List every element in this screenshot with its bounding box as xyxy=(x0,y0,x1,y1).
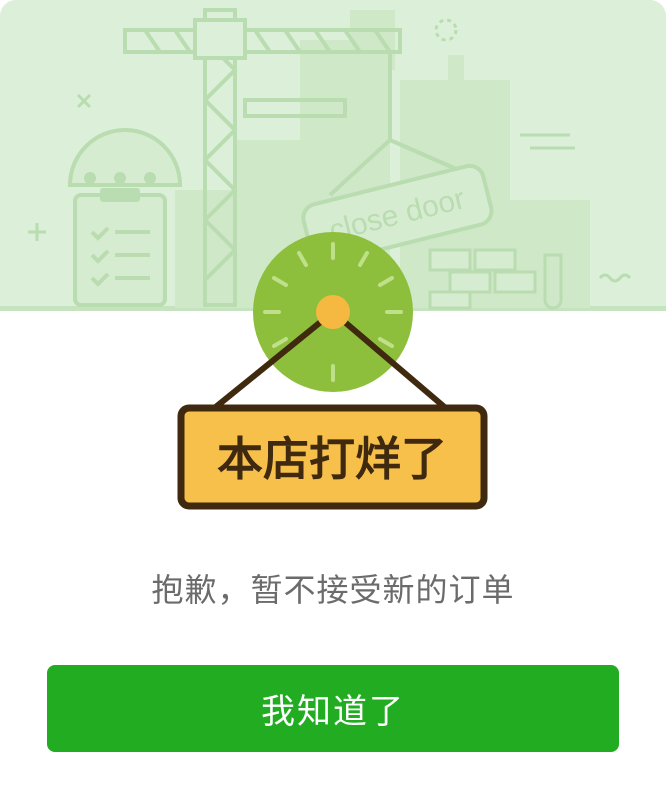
store-closed-dialog: close door 本店打烊了 抱歉，暂不接受新的订单 我知道了 xyxy=(0,0,666,800)
closed-message: 抱歉，暂不接受新的订单 xyxy=(151,571,515,609)
closed-illustration: close door 本店打烊了 xyxy=(0,0,666,515)
clipboard-icon xyxy=(73,188,167,307)
construction-scene: close door 本店打烊了 xyxy=(0,0,666,510)
sign-text: 本店打烊了 xyxy=(217,432,447,486)
sign-pin xyxy=(316,295,350,329)
acknowledge-button[interactable]: 我知道了 xyxy=(47,665,619,752)
